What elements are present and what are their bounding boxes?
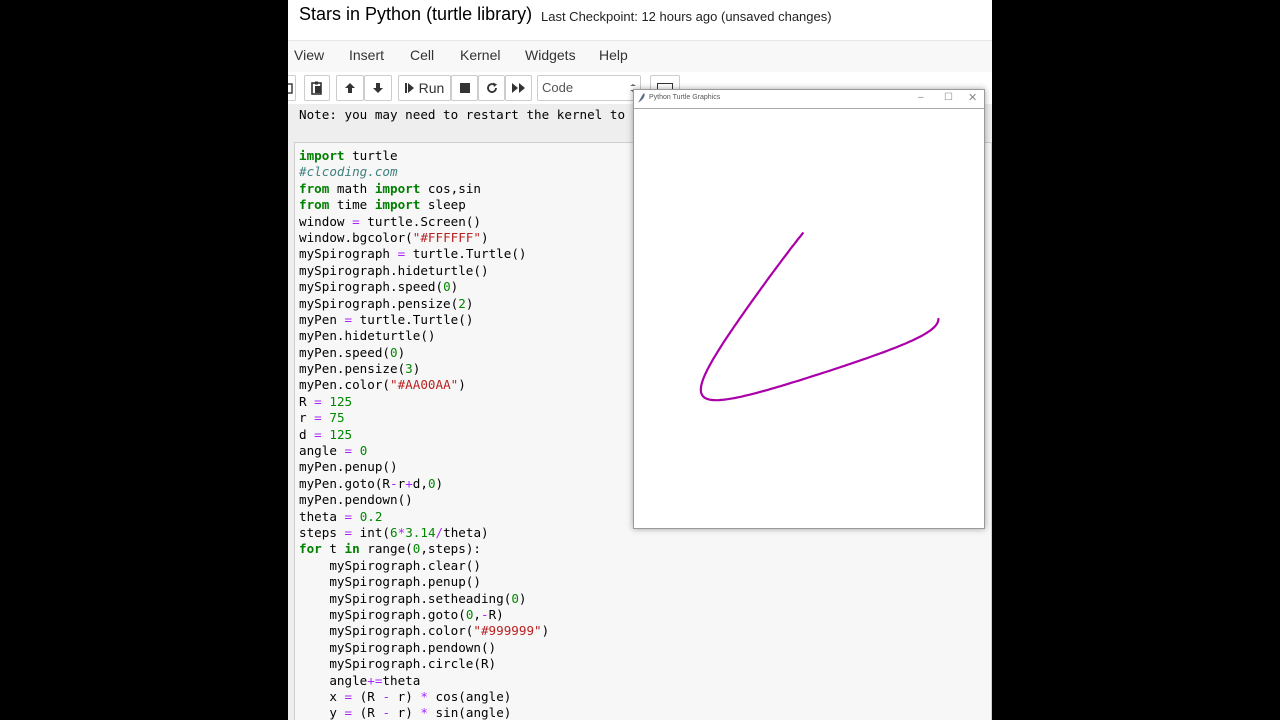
- code-line[interactable]: theta = 0.2: [299, 509, 549, 525]
- close-icon[interactable]: ✕: [968, 91, 977, 104]
- fast-forward-icon: [511, 83, 525, 93]
- arrow-up-icon: [345, 83, 355, 93]
- code-line[interactable]: angle+=theta: [299, 673, 549, 689]
- code-line[interactable]: for t in range(0,steps):: [299, 541, 549, 557]
- menu-insert[interactable]: Insert: [349, 47, 384, 63]
- code-line[interactable]: myPen.speed(0): [299, 345, 549, 361]
- arrow-down-icon: [373, 83, 383, 93]
- feather-icon: [638, 93, 645, 103]
- menu-help[interactable]: Help: [599, 47, 628, 63]
- last-checkpoint: Last Checkpoint: 12 hours ago: [541, 9, 718, 24]
- move-cell-up-button[interactable]: [336, 75, 364, 101]
- code-line[interactable]: from time import sleep: [299, 197, 549, 213]
- code-line[interactable]: mySpirograph.pensize(2): [299, 296, 549, 312]
- code-line[interactable]: steps = int(6*3.14/theta): [299, 525, 549, 541]
- code-line[interactable]: import turtle: [299, 148, 549, 164]
- unsaved-changes-indicator: (unsaved changes): [721, 9, 832, 24]
- markdown-note: Note: you may need to restart the kernel…: [299, 107, 641, 122]
- code-line[interactable]: mySpirograph = turtle.Turtle(): [299, 246, 549, 262]
- code-line[interactable]: window.bgcolor("#FFFFFF"): [299, 230, 549, 246]
- interrupt-kernel-button[interactable]: [451, 75, 478, 101]
- code-line[interactable]: R = 125: [299, 394, 549, 410]
- turtle-window-title: Python Turtle Graphics: [649, 94, 721, 101]
- run-button-label: Run: [418, 80, 445, 96]
- code-line[interactable]: x = (R - r) * cos(angle): [299, 689, 549, 705]
- code-line[interactable]: from math import cos,sin: [299, 181, 549, 197]
- code-editor[interactable]: import turtle #clcoding.com from math impo…: [299, 148, 549, 720]
- code-line[interactable]: myPen.pensize(3): [299, 361, 549, 377]
- cell-type-select[interactable]: Code: [537, 75, 641, 101]
- code-line[interactable]: angle = 0: [299, 443, 549, 459]
- code-line[interactable]: mySpirograph.color("#999999"): [299, 623, 549, 639]
- code-line[interactable]: mySpirograph.setheading(0): [299, 591, 549, 607]
- code-line[interactable]: mySpirograph.circle(R): [299, 656, 549, 672]
- code-line[interactable]: myPen.goto(R-r+d,0): [299, 476, 549, 492]
- stop-icon: [459, 83, 470, 93]
- code-line[interactable]: myPen.color("#AA00AA"): [299, 377, 549, 393]
- step-forward-icon: [404, 83, 414, 93]
- notebook-title[interactable]: Stars in Python (turtle library): [299, 4, 532, 25]
- menu-view[interactable]: View: [294, 47, 324, 63]
- code-line[interactable]: mySpirograph.hideturtle(): [299, 263, 549, 279]
- minimize-icon[interactable]: –: [918, 92, 924, 103]
- turtle-window-titlebar[interactable]: Python Turtle Graphics – ☐ ✕: [634, 90, 984, 109]
- code-line[interactable]: myPen.penup(): [299, 459, 549, 475]
- paste-cell-button[interactable]: [304, 75, 330, 101]
- turtle-graphics-window[interactable]: Python Turtle Graphics – ☐ ✕: [633, 89, 985, 529]
- menubar: View Insert Cell Kernel Widgets Help: [288, 40, 992, 73]
- code-line[interactable]: myPen = turtle.Turtle(): [299, 312, 549, 328]
- turtle-canvas: [634, 109, 984, 528]
- restart-run-all-button[interactable]: [505, 75, 532, 101]
- code-line[interactable]: myPen.hideturtle(): [299, 328, 549, 344]
- menu-cell[interactable]: Cell: [410, 47, 434, 63]
- menu-kernel[interactable]: Kernel: [460, 47, 500, 63]
- code-line[interactable]: mySpirograph.pendown(): [299, 640, 549, 656]
- code-line[interactable]: myPen.pendown(): [299, 492, 549, 508]
- code-line[interactable]: d = 125: [299, 427, 549, 443]
- notebook-header: Stars in Python (turtle library) Last Ch…: [288, 0, 992, 40]
- move-cell-down-button[interactable]: [364, 75, 392, 101]
- code-line[interactable]: mySpirograph.goto(0,-R): [299, 607, 549, 623]
- run-button[interactable]: Run: [398, 75, 451, 101]
- code-line[interactable]: r = 75: [299, 410, 549, 426]
- cell-type-value: Code: [542, 80, 574, 95]
- code-line[interactable]: mySpirograph.speed(0): [299, 279, 549, 295]
- code-line[interactable]: #clcoding.com: [299, 164, 549, 180]
- code-line[interactable]: y = (R - r) * sin(angle): [299, 705, 549, 720]
- code-line[interactable]: mySpirograph.penup(): [299, 574, 549, 590]
- copy-icon: [288, 83, 293, 94]
- code-line[interactable]: window = turtle.Screen(): [299, 214, 549, 230]
- menu-widgets[interactable]: Widgets: [525, 47, 576, 63]
- paste-icon: [311, 81, 322, 95]
- maximize-icon[interactable]: ☐: [944, 92, 953, 103]
- restart-kernel-button[interactable]: [478, 75, 505, 101]
- code-line[interactable]: mySpirograph.clear(): [299, 558, 549, 574]
- copy-cell-button[interactable]: [288, 75, 296, 101]
- restart-icon: [486, 82, 497, 93]
